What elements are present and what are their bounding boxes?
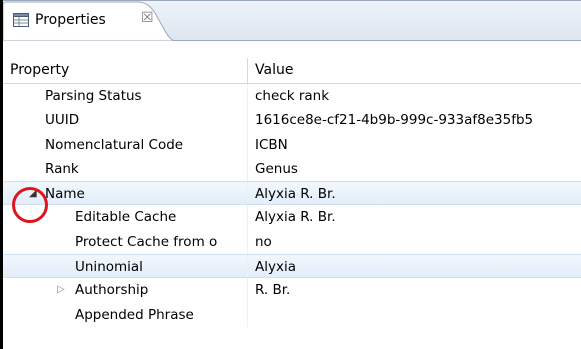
table-header: Property Value <box>3 58 581 84</box>
property-value[interactable]: Alyxia R. Br. <box>255 182 336 206</box>
property-value[interactable]: R. Br. <box>255 278 290 302</box>
table-row[interactable]: Nomenclatural Code ICBN <box>3 132 581 157</box>
table-row[interactable]: Appended Phrase <box>3 302 581 327</box>
properties-table-icon <box>13 13 29 27</box>
table-row[interactable]: UUID 1616ce8e-cf21-4b9b-999c-933af8e35fb5 <box>3 108 581 133</box>
property-name: Name <box>45 186 85 203</box>
row-column-divider <box>247 108 248 133</box>
column-divider[interactable] <box>247 58 248 84</box>
table-row[interactable]: ◢ Name Alyxia R. Br. <box>3 181 581 206</box>
row-column-divider <box>247 182 248 205</box>
property-value[interactable]: ICBN <box>255 133 288 157</box>
row-column-divider <box>247 302 248 327</box>
row-column-divider <box>247 255 248 278</box>
properties-view: Properties ☒ Property Value Parsing Stat… <box>0 0 581 349</box>
property-name: Rank <box>45 160 79 177</box>
property-value[interactable]: Alyxia R. Br. <box>255 205 336 229</box>
property-name: Protect Cache from o <box>75 233 218 250</box>
property-name: Parsing Status <box>45 88 142 104</box>
property-value[interactable]: no <box>255 230 272 254</box>
column-header-value[interactable]: Value <box>255 58 293 84</box>
table-row[interactable]: Editable Cache Alyxia R. Br. <box>3 205 581 230</box>
property-value[interactable]: 1616ce8e-cf21-4b9b-999c-933af8e35fb5 <box>255 108 533 132</box>
tab-bar: Properties ☒ <box>3 0 581 41</box>
property-name: Uninomial <box>75 259 143 276</box>
property-value[interactable]: check rank <box>255 84 329 108</box>
property-name: UUID <box>45 112 80 129</box>
table-row[interactable]: Rank Genus <box>3 156 581 182</box>
property-name: Authorship <box>75 282 149 299</box>
close-icon[interactable]: ☒ <box>141 10 154 26</box>
column-header-property[interactable]: Property <box>10 58 69 84</box>
row-column-divider <box>247 132 248 157</box>
annotation-circle <box>12 187 48 223</box>
property-name: Nomenclatural Code <box>45 136 184 153</box>
row-column-divider <box>247 229 248 255</box>
property-name: Appended Phrase <box>75 306 194 323</box>
property-name: Editable Cache <box>75 209 177 226</box>
row-column-divider <box>247 156 248 182</box>
row-column-divider <box>247 278 248 303</box>
property-table-body: Parsing Status check rank UUID 1616ce8e-cf2… <box>3 84 581 327</box>
table-row[interactable]: Protect Cache from o no <box>3 229 581 255</box>
tab-properties[interactable]: Properties ☒ <box>3 1 175 41</box>
collapsed-triangle-icon[interactable]: ▷ <box>57 278 65 302</box>
property-value[interactable]: Alyxia <box>255 255 296 279</box>
table-row[interactable]: Uninomial Alyxia <box>3 254 581 279</box>
row-column-divider <box>247 205 248 230</box>
tab-label: Properties <box>35 12 106 28</box>
table-row[interactable]: Parsing Status check rank <box>3 84 581 109</box>
row-column-divider <box>247 84 248 109</box>
property-value[interactable]: Genus <box>255 157 298 181</box>
table-row[interactable]: ▷ Authorship R. Br. <box>3 278 581 303</box>
